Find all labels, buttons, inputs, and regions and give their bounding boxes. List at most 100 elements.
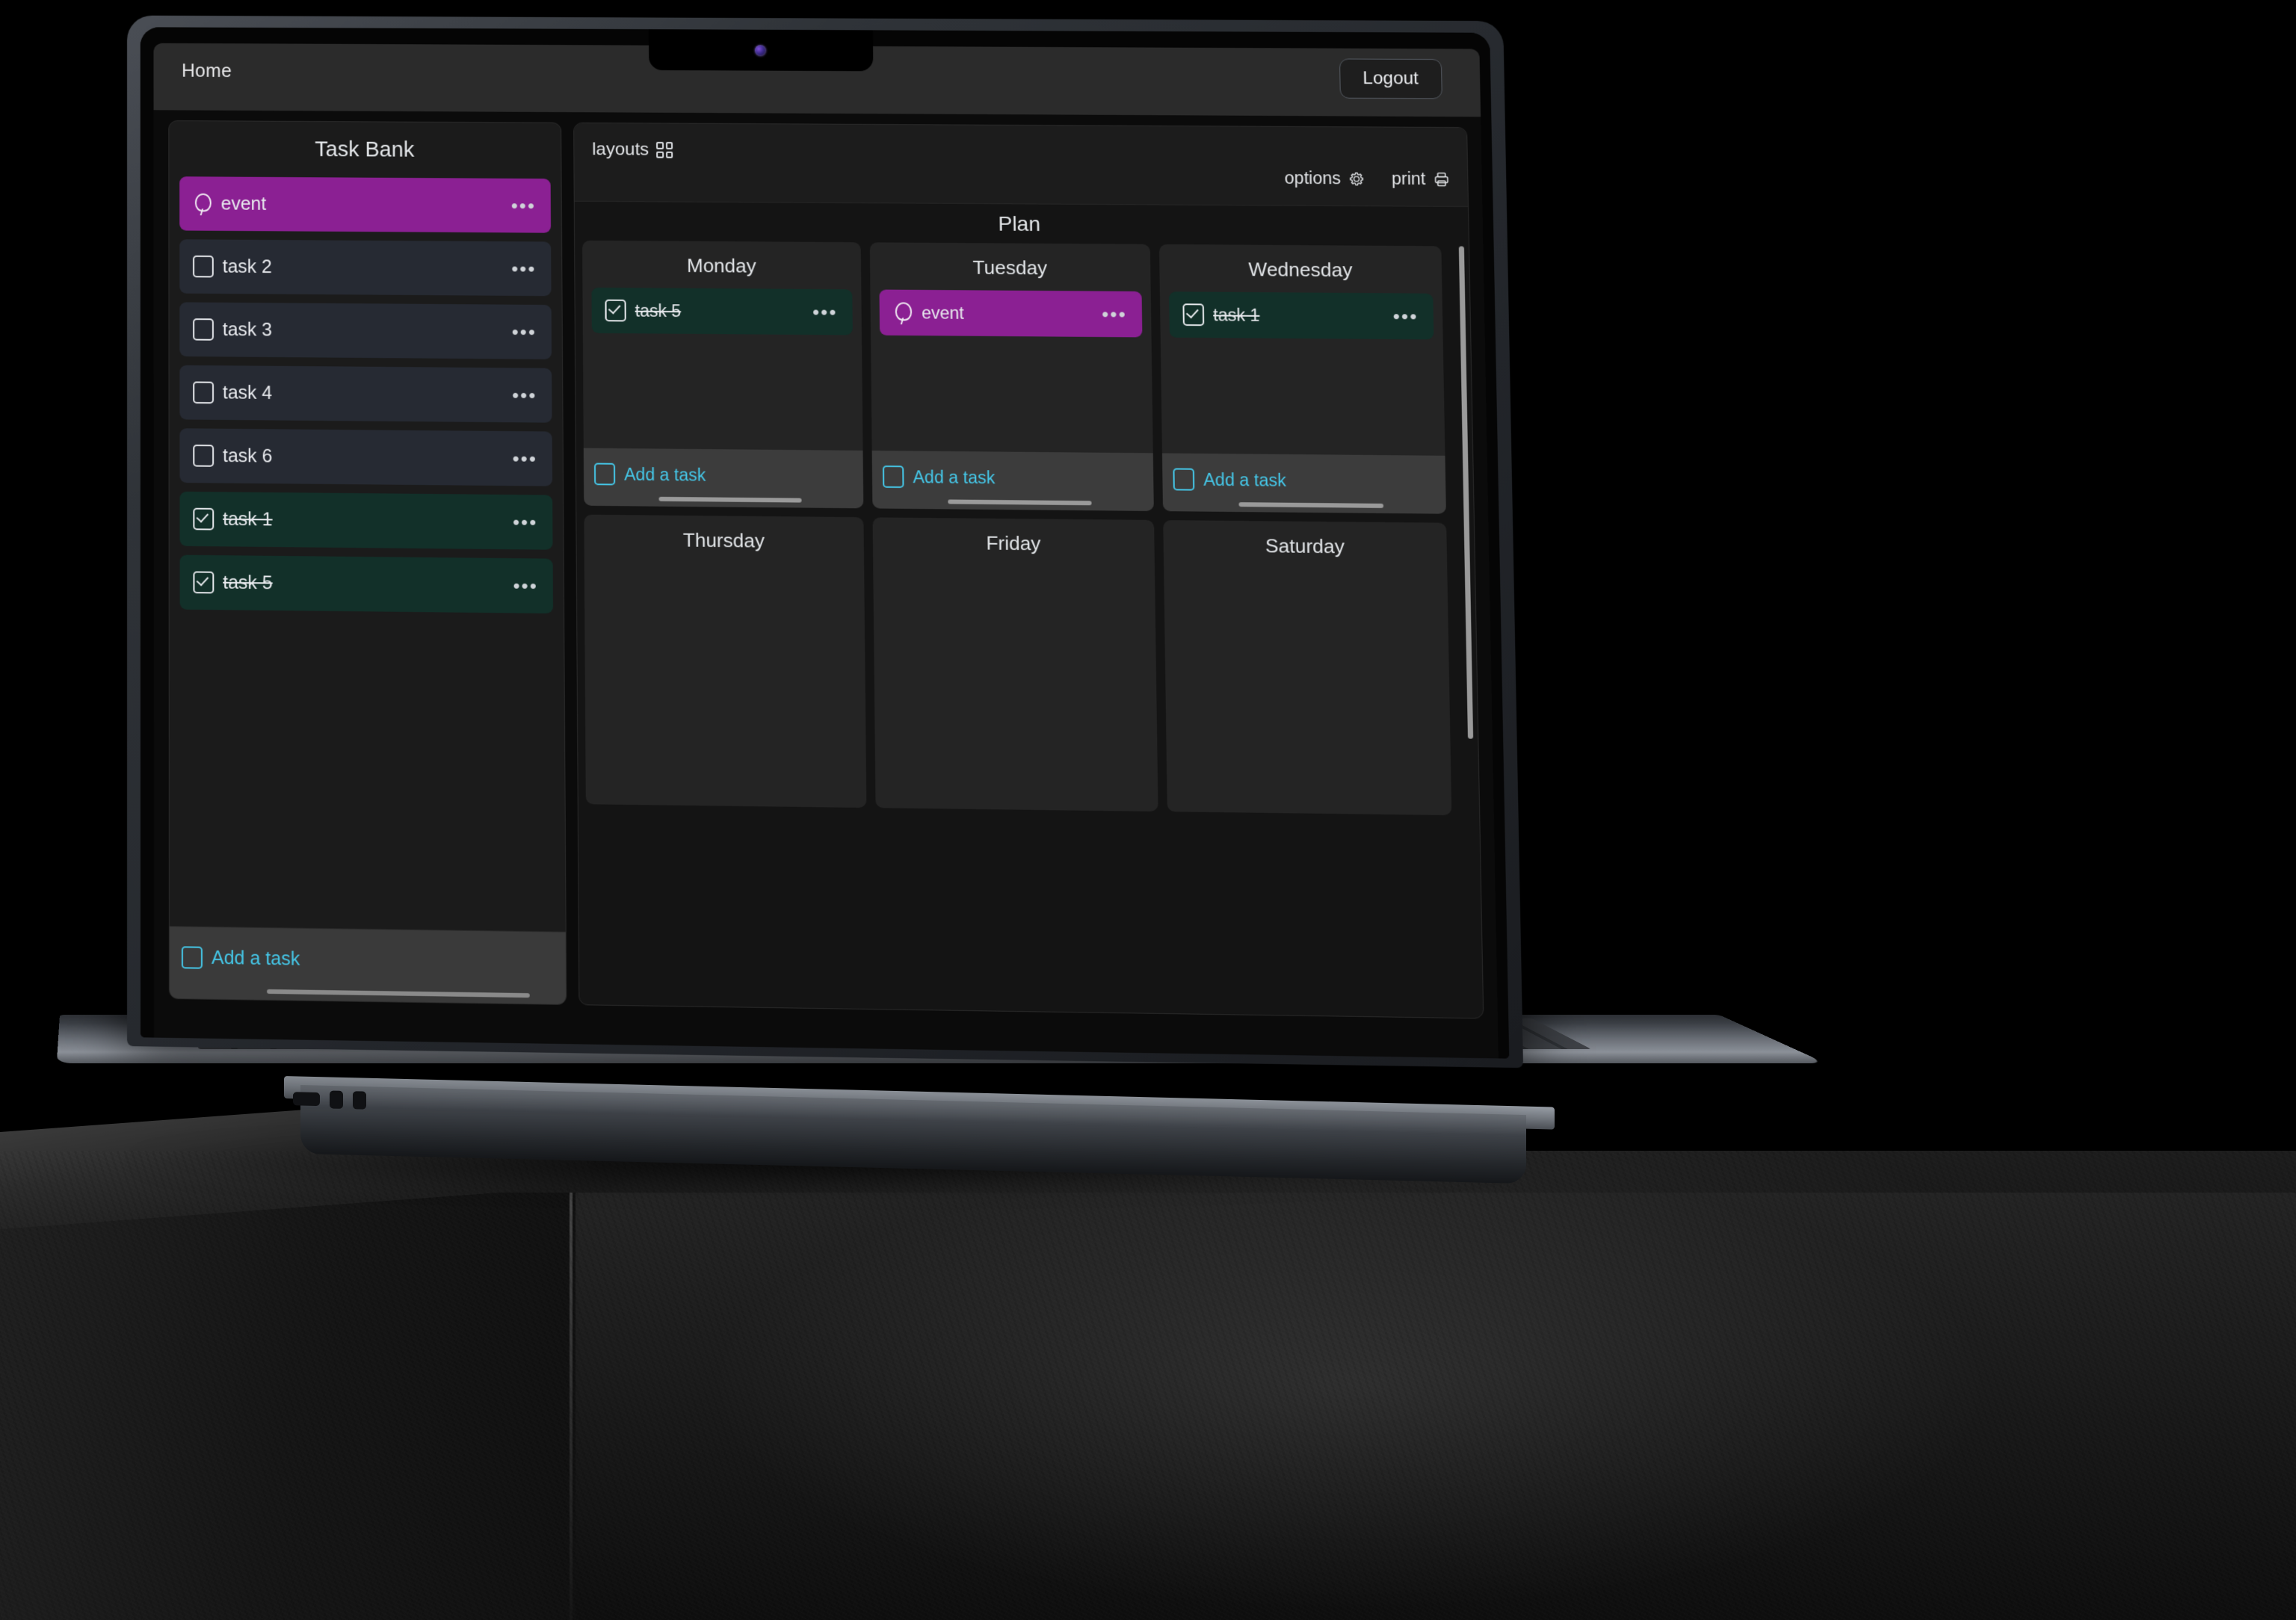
task-bank-scrollbar[interactable]: [267, 989, 530, 998]
task-label: task 4: [222, 382, 273, 404]
checkbox-icon: [181, 946, 203, 969]
task-menu-button[interactable]: •••: [1392, 305, 1418, 327]
balloon-icon[interactable]: [893, 302, 913, 323]
day-scrollbar[interactable]: [948, 499, 1092, 506]
day-add-task-footer[interactable]: Add a task: [583, 448, 864, 509]
plan-title: Plan: [998, 212, 1041, 235]
task-menu-button[interactable]: •••: [512, 448, 537, 470]
display-notch: [648, 29, 874, 72]
task-bank-footer[interactable]: Add a task: [169, 926, 567, 1004]
task-card[interactable]: task 6 •••: [179, 428, 553, 486]
task-card[interactable]: task 3 •••: [179, 302, 552, 359]
plan-toolbar: layouts options print: [574, 123, 1469, 208]
day-column-friday[interactable]: Friday: [872, 517, 1158, 812]
day-title: Thursday: [682, 528, 765, 552]
day-row: Thursday Friday Saturday: [584, 514, 1466, 816]
task-menu-button[interactable]: •••: [812, 300, 838, 323]
app-body: Task Bank event ••• task 2 ••• task 3 ••• task…: [153, 110, 1499, 1059]
task-menu-button[interactable]: •••: [512, 321, 537, 343]
task-label: event: [922, 303, 964, 323]
task-menu-button[interactable]: •••: [1102, 303, 1127, 325]
checkbox-icon: [882, 465, 904, 489]
balloon-icon[interactable]: [193, 194, 212, 214]
layouts-label: layouts: [592, 139, 649, 160]
task-menu-button[interactable]: •••: [513, 511, 538, 534]
day-title: Wednesday: [1248, 258, 1353, 282]
day-task-list: [1173, 568, 1442, 806]
task-bank-list: event ••• task 2 ••• task 3 ••• task 4 ••• task …: [169, 176, 565, 934]
checkbox-checked-icon[interactable]: [193, 507, 215, 531]
task-label: task 1: [1212, 305, 1260, 325]
checkbox-icon: [593, 463, 616, 486]
day-column-wednesday[interactable]: Wednesday task 1 ••• Add a task: [1158, 244, 1446, 514]
laptop-bezel: Home Logout Task Bank event ••• task 2 ••• t…: [140, 27, 1510, 1059]
add-task-row[interactable]: Add a task: [1173, 468, 1286, 491]
day-title: Friday: [986, 531, 1041, 555]
task-label: task 1: [223, 508, 273, 530]
event-card[interactable]: event •••: [879, 289, 1143, 338]
day-row: Monday task 5 ••• Add a task Tuesday event •••…: [582, 240, 1461, 514]
task-card[interactable]: task 2 •••: [179, 239, 552, 297]
event-card[interactable]: event •••: [179, 176, 552, 233]
day-scrollbar[interactable]: [658, 496, 802, 503]
laptop-lid: Home Logout Task Bank event ••• task 2 ••• t…: [127, 15, 1524, 1069]
gear-icon: [1348, 170, 1366, 188]
checkbox-icon: [1173, 468, 1195, 491]
task-card[interactable]: task 4 •••: [179, 365, 552, 423]
task-menu-button[interactable]: •••: [511, 258, 536, 280]
day-title: Monday: [686, 254, 756, 277]
checkbox-checked-icon[interactable]: [193, 571, 215, 594]
task-menu-button[interactable]: •••: [513, 575, 538, 597]
task-bank-panel: Task Bank event ••• task 2 ••• task 3 ••• task…: [168, 120, 567, 1005]
task-card[interactable]: task 1 •••: [179, 491, 553, 550]
plan-panel: layouts options print Plan Monday task 5…: [573, 122, 1484, 1019]
task-card[interactable]: task 1 •••: [1168, 291, 1434, 340]
add-task-label: Add a task: [624, 464, 706, 485]
add-task-row[interactable]: Add a task: [181, 946, 300, 970]
screenshot-stage: Home Logout Task Bank event ••• task 2 ••• t…: [0, 0, 2296, 1620]
task-label: task 2: [222, 256, 272, 277]
task-label: task 3: [222, 318, 273, 340]
print-button[interactable]: print: [1392, 169, 1451, 189]
day-column-monday[interactable]: Monday task 5 ••• Add a task: [582, 240, 864, 509]
nav-item-home[interactable]: Home: [182, 61, 232, 82]
add-task-label: Add a task: [913, 466, 996, 487]
day-task-list: task 5 •••: [591, 287, 854, 445]
port-magsafe: [293, 1092, 320, 1107]
task-card[interactable]: task 5 •••: [179, 554, 554, 613]
day-column-thursday[interactable]: Thursday: [584, 514, 867, 809]
day-column-tuesday[interactable]: Tuesday event ••• Add a task: [869, 242, 1154, 511]
print-label: print: [1391, 168, 1426, 188]
logout-button[interactable]: Logout: [1339, 58, 1442, 99]
task-menu-button[interactable]: •••: [511, 194, 536, 217]
task-label: task 6: [223, 445, 273, 467]
options-label: options: [1284, 168, 1342, 188]
day-column-saturday[interactable]: Saturday: [1163, 520, 1452, 816]
checkbox-checked-icon[interactable]: [605, 299, 626, 322]
pedestal-corner-edge: [570, 1193, 573, 1620]
layouts-button[interactable]: layouts: [592, 140, 673, 161]
port-usbc-1: [330, 1090, 343, 1109]
checkbox-icon[interactable]: [193, 318, 214, 341]
day-title: Tuesday: [972, 256, 1048, 279]
day-task-list: event •••: [879, 289, 1144, 448]
task-card[interactable]: task 5 •••: [591, 287, 853, 336]
plan-toolbar-actions: options print: [1284, 168, 1451, 189]
day-task-list: task 1 •••: [1168, 291, 1436, 449]
checkbox-icon[interactable]: [193, 445, 215, 467]
checkbox-icon[interactable]: [193, 381, 215, 404]
day-add-task-footer[interactable]: Add a task: [1161, 453, 1446, 514]
day-add-task-footer[interactable]: Add a task: [871, 451, 1154, 511]
checkbox-icon[interactable]: [193, 255, 214, 278]
day-task-list: [593, 562, 857, 799]
day-scrollbar[interactable]: [1238, 502, 1384, 508]
task-menu-button[interactable]: •••: [512, 384, 537, 406]
pedestal-left-face: [0, 1193, 575, 1620]
add-task-row[interactable]: Add a task: [593, 463, 706, 486]
checkbox-checked-icon[interactable]: [1182, 303, 1205, 327]
add-task-row[interactable]: Add a task: [882, 465, 996, 489]
task-label: task 5: [223, 572, 273, 593]
day-grid: Monday task 5 ••• Add a task Tuesday event •••…: [582, 240, 1471, 1010]
grid-icon: [656, 141, 673, 158]
options-button[interactable]: options: [1284, 168, 1365, 188]
